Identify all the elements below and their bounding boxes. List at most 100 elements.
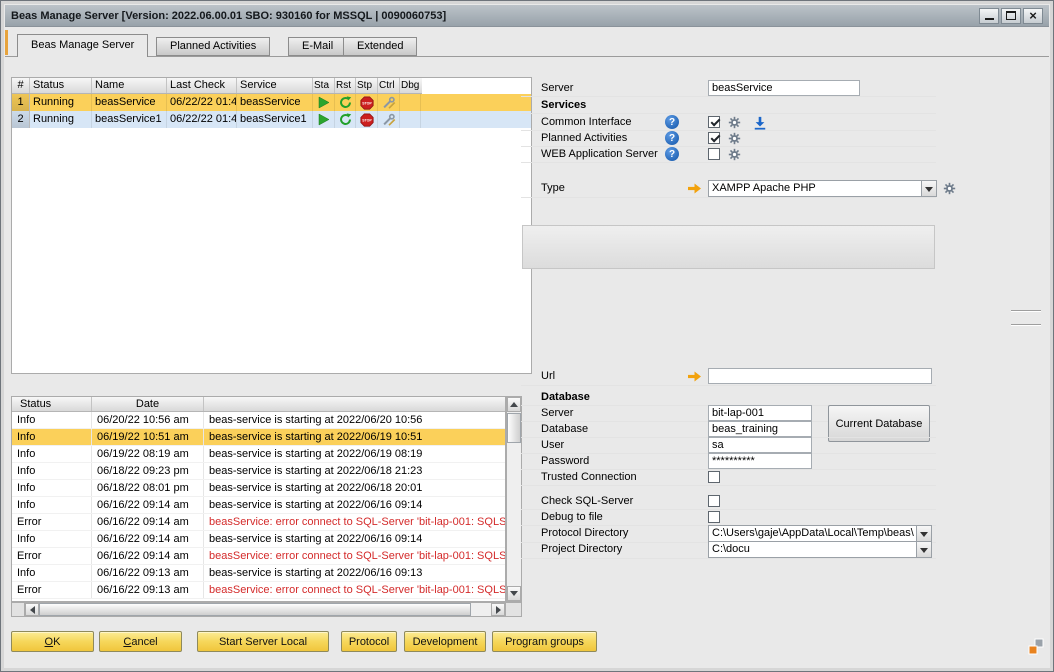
horizontal-scroll-thumb[interactable] <box>39 603 471 616</box>
log-horizontal-scrollbar[interactable] <box>11 602 522 617</box>
stop-service-icon[interactable]: STOP <box>356 94 378 111</box>
server-name-label: Server <box>541 82 573 94</box>
help-icon[interactable]: ? <box>665 115 679 129</box>
tab-beas-manage-server[interactable]: Beas Manage Server <box>17 34 148 57</box>
svg-text:STOP: STOP <box>362 101 372 105</box>
log-row[interactable]: Info06/18/22 09:23 pmbeas-service is sta… <box>12 463 505 480</box>
restart-service-icon[interactable] <box>335 111 356 128</box>
scroll-up-button[interactable] <box>507 397 521 412</box>
restart-service-icon[interactable] <box>335 94 356 111</box>
chevron-down-icon[interactable] <box>916 526 931 541</box>
type-row: Type XAMPP Apache PHP <box>521 180 936 198</box>
panel-splitter-handle[interactable] <box>1011 324 1041 326</box>
log-row[interactable]: Info06/19/22 10:51 ambeas-service is sta… <box>12 429 505 446</box>
tab-planned-activities[interactable]: Planned Activities <box>156 37 270 56</box>
db-name-input[interactable] <box>708 421 812 437</box>
scroll-right-button[interactable] <box>491 603 505 616</box>
help-icon[interactable]: ? <box>665 147 679 161</box>
start-service-icon[interactable] <box>313 111 335 128</box>
configure-gear-icon[interactable] <box>942 181 957 196</box>
stop-service-icon[interactable]: STOP <box>356 111 378 128</box>
check-sql-row: Check SQL-Server <box>521 493 936 510</box>
chevron-down-icon[interactable] <box>921 181 936 196</box>
log-row[interactable]: Error06/16/22 09:14 ambeasService: error… <box>12 548 505 565</box>
cancel-button[interactable]: Cancel <box>99 631 182 652</box>
log-col-message <box>204 397 505 411</box>
log-message: beas-service is starting at 2022/06/19 1… <box>204 429 505 445</box>
scroll-left-button[interactable] <box>25 603 39 616</box>
debug-to-file-label: Debug to file <box>541 511 603 523</box>
help-icon[interactable]: ? <box>665 131 679 145</box>
configure-gear-icon[interactable] <box>727 131 742 146</box>
tab-email[interactable]: E-Mail <box>288 37 347 56</box>
log-message: beas-service is starting at 2022/06/16 0… <box>204 565 505 581</box>
service-debug-cell <box>400 111 421 128</box>
development-button[interactable]: Development <box>404 631 486 652</box>
start-service-icon[interactable] <box>313 94 335 111</box>
service-tools-icon[interactable] <box>378 94 400 111</box>
chevron-down-icon[interactable] <box>916 542 931 557</box>
panel-splitter-handle[interactable] <box>1011 310 1041 312</box>
scroll-down-button[interactable] <box>507 586 521 601</box>
log-status: Error <box>12 582 92 598</box>
install-download-icon[interactable] <box>752 115 767 130</box>
log-col-status: Status <box>12 397 92 411</box>
program-groups-button[interactable]: Program groups <box>492 631 597 652</box>
protocol-button[interactable]: Protocol <box>341 631 397 652</box>
db-password-input[interactable] <box>708 453 812 469</box>
debug-to-file-checkbox[interactable] <box>708 511 720 523</box>
log-row[interactable]: Info06/18/22 08:01 pmbeas-service is sta… <box>12 480 505 497</box>
link-arrow-icon[interactable] <box>687 181 702 196</box>
log-status: Info <box>12 480 92 496</box>
url-label: Url <box>541 370 555 382</box>
service-table-header: # Status Name Last Check Service Sta Rst… <box>12 78 422 94</box>
service-status: Running <box>30 94 92 111</box>
detail-panel <box>522 225 935 269</box>
row-number: 2 <box>12 111 30 128</box>
db-user-input[interactable] <box>708 437 812 453</box>
col-status: Status <box>30 78 92 93</box>
form-settings-icon[interactable] <box>1027 638 1045 656</box>
log-row[interactable]: Info06/16/22 09:14 ambeas-service is sta… <box>12 497 505 514</box>
protocol-directory-dropdown[interactable]: C:\Users\gaje\AppData\Local\Temp\beas\ <box>708 525 932 542</box>
log-row[interactable]: Info06/20/22 10:56 ambeas-service is sta… <box>12 412 505 429</box>
tab-extended[interactable]: Extended <box>343 37 417 56</box>
start-server-local-button[interactable]: Start Server Local <box>197 631 329 652</box>
configure-gear-icon[interactable] <box>727 115 742 130</box>
log-message: beasService: error connect to SQL-Server… <box>204 582 505 598</box>
project-directory-dropdown[interactable]: C:\docu <box>708 541 932 558</box>
vertical-scroll-thumb[interactable] <box>507 413 521 443</box>
db-user-label: User <box>541 439 564 451</box>
web-application-server-checkbox[interactable] <box>708 148 720 160</box>
server-name-input[interactable] <box>708 80 860 96</box>
log-row[interactable]: Info06/16/22 09:13 ambeas-service is sta… <box>12 565 505 582</box>
service-table-row[interactable]: 2RunningbeasService106/22/22 01:49beasSe… <box>12 111 531 128</box>
db-server-label: Server <box>541 407 573 419</box>
log-row[interactable]: Error06/16/22 09:13 ambeasService: error… <box>12 582 505 599</box>
log-message: beas-service is starting at 2022/06/16 0… <box>204 531 505 547</box>
db-server-input[interactable] <box>708 405 812 421</box>
ok-button[interactable]: OK <box>11 631 94 652</box>
configure-gear-icon[interactable] <box>727 147 742 162</box>
log-date: 06/16/22 09:14 am <box>92 548 204 564</box>
log-vertical-scrollbar[interactable] <box>506 396 522 602</box>
planned-activities-checkbox[interactable] <box>708 132 720 144</box>
close-button[interactable]: × <box>1023 8 1043 24</box>
maximize-button[interactable] <box>1001 8 1021 24</box>
title-bar[interactable]: Beas Manage Server [Version: 2022.06.00.… <box>5 5 1049 27</box>
log-row[interactable]: Info06/19/22 08:19 ambeas-service is sta… <box>12 446 505 463</box>
log-status: Error <box>12 514 92 530</box>
common-interface-checkbox[interactable] <box>708 116 720 128</box>
url-input[interactable] <box>708 368 932 384</box>
log-row[interactable]: Error06/16/22 09:14 ambeasService: error… <box>12 514 505 531</box>
check-sql-checkbox[interactable] <box>708 495 720 507</box>
minimize-button[interactable] <box>979 8 999 24</box>
col-dbg: Dbg <box>400 78 421 93</box>
col-ctrl: Ctrl <box>378 78 400 93</box>
link-arrow-icon[interactable] <box>687 369 702 384</box>
log-row[interactable]: Info06/16/22 09:14 ambeas-service is sta… <box>12 531 505 548</box>
service-table-row[interactable]: 1RunningbeasService06/22/22 01:49beasSer… <box>12 94 531 111</box>
type-dropdown[interactable]: XAMPP Apache PHP <box>708 180 937 197</box>
service-tools-icon[interactable] <box>378 111 400 128</box>
trusted-connection-checkbox[interactable] <box>708 471 720 483</box>
